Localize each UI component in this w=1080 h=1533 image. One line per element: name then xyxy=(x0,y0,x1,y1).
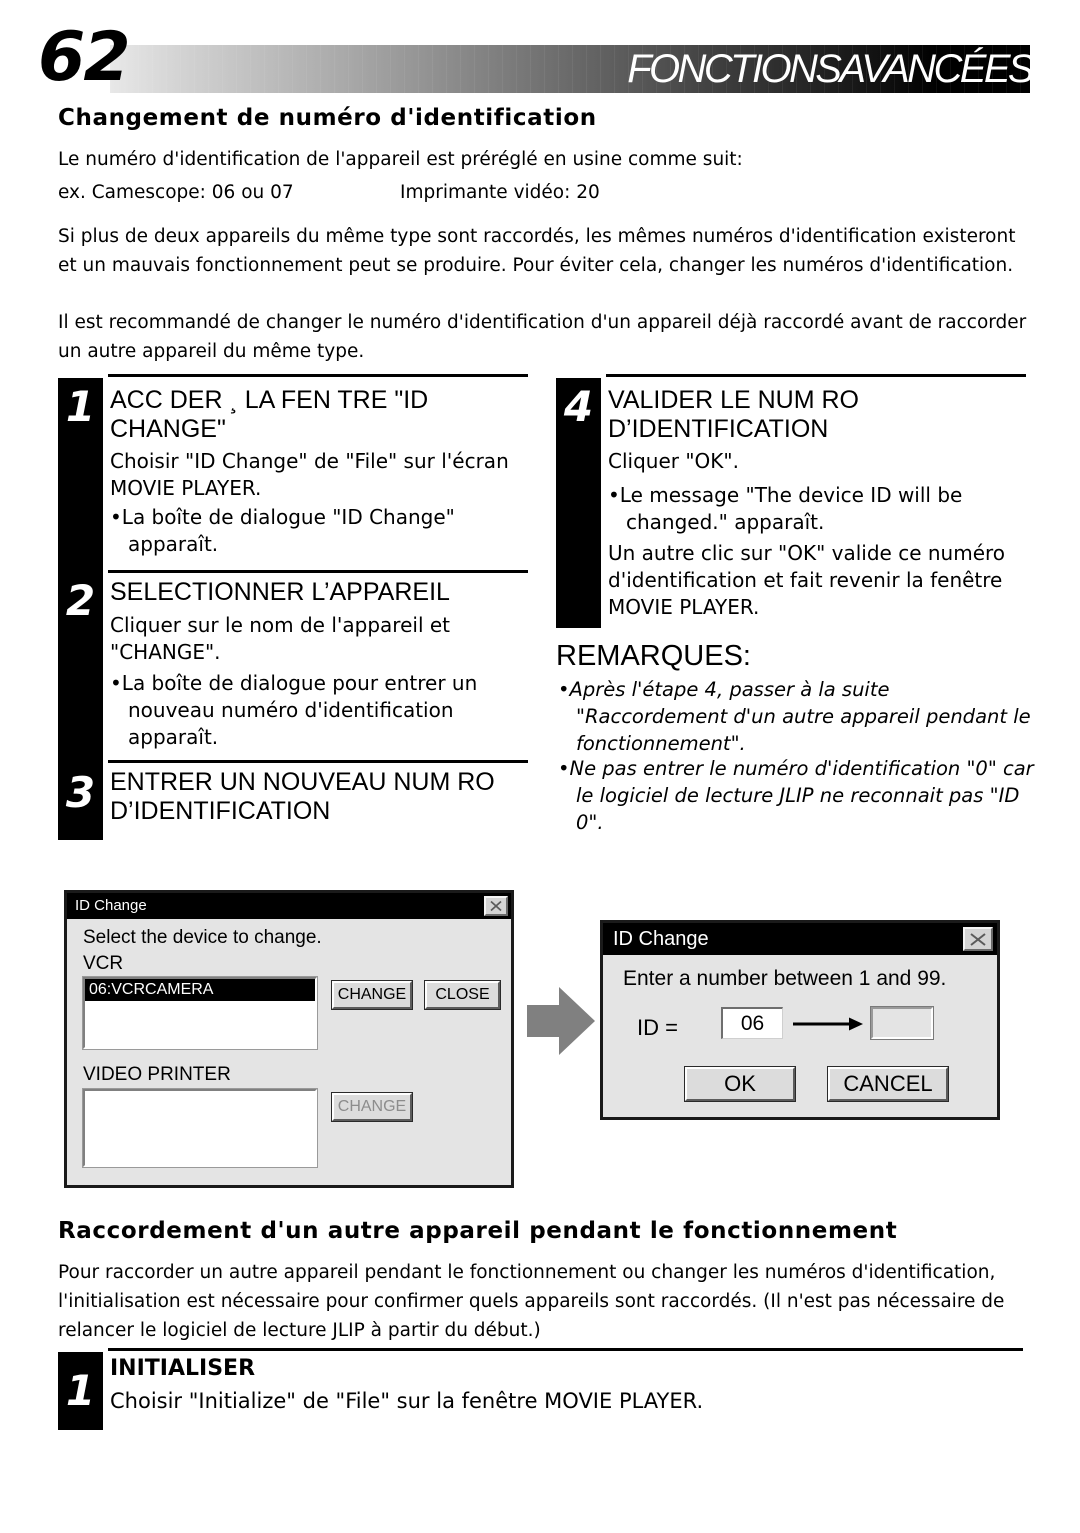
current-id-field: 06 xyxy=(721,1007,783,1039)
cancel-button[interactable]: CANCEL xyxy=(827,1066,949,1102)
change-button[interactable]: CHANGE xyxy=(331,980,413,1010)
step-title-initialiser: INITIALISER xyxy=(110,1356,256,1381)
header-title: FONCTIONSAVANCÉES xyxy=(627,47,1034,91)
step-title-2: SELECTIONNER L’APPAREIL xyxy=(110,578,450,606)
step-divider-3 xyxy=(108,760,528,763)
section-heading-raccordement: Raccordement d'un autre appareil pendant… xyxy=(58,1218,898,1244)
video-printer-listbox[interactable] xyxy=(82,1088,318,1168)
step-divider-1 xyxy=(108,374,528,377)
video-printer-group-label: VIDEO PRINTER xyxy=(83,1064,231,1085)
step-title-4: VALIDER LE NUM RO D’IDENTIFICATION xyxy=(608,386,859,443)
close-button[interactable]: CLOSE xyxy=(424,980,501,1010)
paragraph-recommendation: Il est recommandé de changer le numéro d… xyxy=(58,312,1027,362)
step-divider-4 xyxy=(606,374,1026,377)
step-text-2: Cliquer sur le nom de l'appareil et "CHA… xyxy=(110,613,450,664)
step-text-initialiser: Choisir "Initialize" de "File" sur la fe… xyxy=(110,1389,704,1413)
step-text-4: Cliquer "OK". xyxy=(608,449,739,473)
remarques-heading: REMARQUES: xyxy=(556,640,751,672)
dialog-titlebar-enter: ID Change xyxy=(603,923,997,955)
page-header: 62 FONCTIONSAVANCÉES xyxy=(0,0,1080,110)
new-id-field[interactable] xyxy=(870,1006,934,1040)
example-video-printer: Imprimante vidéo: 20 xyxy=(400,182,600,203)
section-heading-id-change: Changement de numéro d'identification xyxy=(58,105,597,131)
steps-column-left: 1 ACC DER ¸ LA FEN TRE "ID CHANGE" Chois… xyxy=(58,374,528,840)
example-camescope: ex. Camescope: 06 ou 07 xyxy=(58,182,294,203)
vcr-listbox[interactable]: 06:VCRCAMERA xyxy=(82,976,318,1050)
step-divider-2 xyxy=(108,570,528,573)
remarque-item-2: •Ne pas entrer le numéro d'identificatio… xyxy=(558,757,1034,834)
steps-column-initialiser: 1 INITIALISER Choisir "Initialize" de "F… xyxy=(58,1348,1023,1430)
page-number: 62 xyxy=(38,18,131,97)
intro-paragraph: Le numéro d'identification de l'appareil… xyxy=(58,149,743,170)
step-number-1: 1 xyxy=(65,382,96,431)
step-bullet-1: •La boîte de dialogue "ID Change" appara… xyxy=(110,505,455,556)
step-number-4: 4 xyxy=(563,382,594,431)
step-divider-initialiser xyxy=(108,1348,1023,1351)
remarque-item-1: •Après l'étape 4, passer à la suite "Rac… xyxy=(558,678,1031,755)
ok-button[interactable]: OK xyxy=(684,1066,796,1102)
id-equals-label: ID = xyxy=(637,1015,678,1040)
vcr-group-label: VCR xyxy=(83,953,124,974)
step-number-2: 2 xyxy=(65,576,96,625)
dialog-prompt: Select the device to change. xyxy=(83,927,322,948)
right-arrow-icon xyxy=(793,1015,863,1038)
dialog-prompt-enter: Enter a number between 1 and 99. xyxy=(623,967,947,990)
close-x-icon[interactable] xyxy=(963,927,993,951)
steps-column-right: 4 VALIDER LE NUM RO D’IDENTIFICATION Cli… xyxy=(556,374,1026,628)
step-number-initialiser: 1 xyxy=(65,1366,96,1415)
step-text-1: Choisir "ID Change" de "File" sur l'écra… xyxy=(110,449,509,500)
step-bullet-4: •Le message "The device ID will be chang… xyxy=(608,483,963,534)
printer-change-button: CHANGE xyxy=(331,1092,413,1122)
dialog-id-change-select: ID Change Select the device to change. V… xyxy=(64,890,514,1188)
paragraph-duplicate-ids: Si plus de deux appareils du même type s… xyxy=(58,226,1016,276)
dialog-id-change-enter: ID Change Enter a number between 1 and 9… xyxy=(600,920,1000,1120)
step-title-3: ENTRER UN NOUVEAU NUM RO D’IDENTIFICATIO… xyxy=(110,768,495,825)
dialog-titlebar: ID Change xyxy=(67,893,511,919)
close-x-icon[interactable] xyxy=(484,896,508,916)
step-text-4-second: Un autre clic sur "OK" valide ce numéro … xyxy=(608,541,1006,619)
step-bullet-2: •La boîte de dialogue pour entrer un nou… xyxy=(110,671,478,749)
step-number-3: 3 xyxy=(65,768,96,817)
section2-paragraph: Pour raccorder un autre appareil pendant… xyxy=(58,1262,1005,1341)
right-block-arrow-icon xyxy=(525,985,597,1062)
list-item-vcr-selected[interactable]: 06:VCRCAMERA xyxy=(85,979,315,1001)
step-title-1: ACC DER ¸ LA FEN TRE "ID CHANGE" xyxy=(110,386,429,443)
